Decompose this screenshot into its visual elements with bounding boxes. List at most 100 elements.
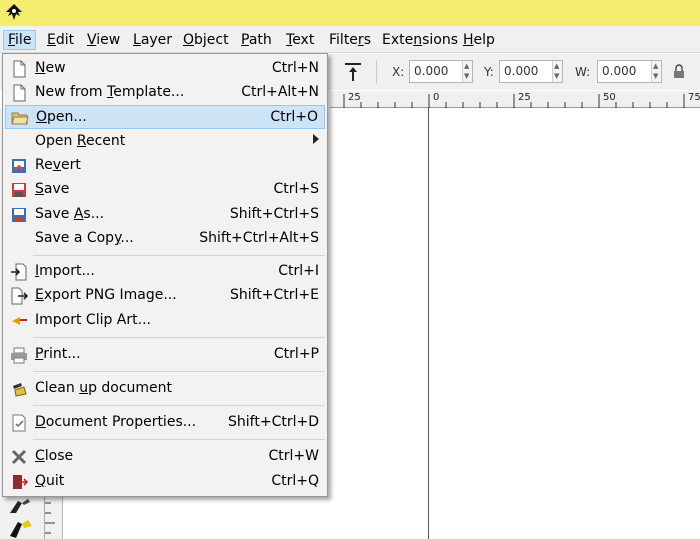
cleanup-broom-icon [13, 383, 27, 397]
horizontal-ruler[interactable]: 25 0 25 50 75 [330, 91, 700, 108]
shortcut-label: Shift+Ctrl+S [229, 206, 319, 222]
menu-item-open[interactable]: Open... Ctrl+O [5, 105, 325, 129]
menu-item-document-properties[interactable]: Document Properties... Shift+Ctrl+D [5, 411, 325, 435]
menu-item-label: Save a Copy... [35, 230, 134, 246]
menu-layer[interactable]: Layer [129, 30, 176, 50]
file-menu-dropdown: New Ctrl+N New from Template... Ctrl+Alt… [2, 53, 328, 497]
menu-bar: File Edit View Layer Object Path Text Fi… [0, 26, 700, 53]
width-spinbox[interactable]: 0.000 ▲ ▼ [597, 60, 662, 83]
menu-separator [33, 255, 325, 256]
new-document-icon [13, 60, 26, 78]
menu-filters[interactable]: Filters [325, 30, 375, 50]
y-coordinate-spinbox[interactable]: 0.000 ▲ ▼ [499, 60, 563, 83]
menu-item-export-png[interactable]: Export PNG Image... Shift+Ctrl+E [5, 284, 325, 308]
menu-item-label: Save As... [35, 206, 105, 222]
menu-view[interactable]: View [83, 30, 124, 50]
shortcut-label: Ctrl+I [278, 263, 319, 279]
menu-text[interactable]: Text [282, 30, 318, 50]
menu-separator [33, 337, 325, 338]
ruler-label: 50 [603, 92, 616, 103]
menu-item-label: Open Recent [35, 133, 126, 149]
menu-item-label: Print... [35, 346, 81, 362]
x-spin-arrows[interactable]: ▲ ▼ [462, 61, 472, 82]
shortcut-label: Ctrl+Q [271, 473, 319, 489]
menu-path[interactable]: Path [237, 30, 276, 50]
inkscape-logo-icon[interactable] [4, 3, 24, 23]
vertical-ruler-ticks [45, 502, 55, 534]
menu-separator [33, 405, 325, 406]
menu-item-revert[interactable]: Revert [5, 154, 325, 178]
menu-file[interactable]: File [3, 30, 37, 50]
x-value: 0.000 [414, 64, 449, 78]
ruler-label: 0 [433, 92, 440, 103]
x-label: X: [392, 65, 405, 79]
menu-item-label: Close [35, 448, 74, 464]
menu-item-label: Import... [35, 263, 95, 279]
menu-item-clean-up-document[interactable]: Clean up document [5, 377, 325, 401]
menu-extensions[interactable]: Extensions [378, 30, 462, 50]
menu-item-label: New [35, 60, 66, 76]
y-label: Y: [484, 65, 494, 79]
open-folder-icon [11, 112, 29, 125]
properties-icon [12, 414, 26, 432]
revert-icon [12, 159, 26, 173]
x-coordinate-spinbox[interactable]: 0.000 ▲ ▼ [409, 60, 473, 83]
save-as-icon [12, 208, 26, 222]
menu-item-print[interactable]: Print... Ctrl+P [5, 343, 325, 367]
menu-separator [33, 439, 325, 440]
menu-item-quit[interactable]: Quit Ctrl+Q [5, 470, 325, 494]
menu-separator [33, 371, 325, 372]
menu-item-label: Open... [36, 109, 87, 125]
printer-icon [11, 347, 27, 364]
ruler-label: 25 [348, 92, 361, 103]
close-x-icon [11, 449, 27, 465]
shortcut-label: Ctrl+O [270, 109, 318, 125]
menu-item-new-from-template[interactable]: New from Template... Ctrl+Alt+N [5, 81, 325, 105]
shortcut-label: Ctrl+S [273, 181, 319, 197]
w-spin-arrows[interactable]: ▲ ▼ [651, 61, 661, 82]
shortcut-label: Shift+Ctrl+Alt+S [199, 230, 319, 246]
menu-item-label: Save [35, 181, 70, 197]
menu-object[interactable]: Object [179, 30, 233, 50]
shortcut-label: Ctrl+Alt+N [241, 84, 319, 100]
menu-item-save-a-copy[interactable]: Save a Copy... Shift+Ctrl+Alt+S [5, 227, 325, 251]
menu-item-label: Quit [35, 473, 65, 489]
ruler-ticks [343, 94, 685, 108]
import-icon [11, 263, 27, 281]
menu-item-import[interactable]: Import... Ctrl+I [5, 260, 325, 284]
menu-item-save[interactable]: Save Ctrl+S [5, 178, 325, 202]
export-icon [11, 287, 28, 305]
page-border-line [428, 108, 429, 539]
menu-item-new[interactable]: New Ctrl+N [5, 57, 325, 81]
align-top-icon[interactable] [343, 61, 363, 83]
menu-item-label: Document Properties... [35, 414, 197, 430]
y-spin-arrows[interactable]: ▲ ▼ [552, 61, 562, 82]
menu-item-close[interactable]: Close Ctrl+W [5, 445, 325, 469]
y-value: 0.000 [504, 64, 539, 78]
calligraphy-tool-icon[interactable] [8, 497, 34, 515]
menu-item-import-clip-art[interactable]: Import Clip Art... [5, 309, 325, 333]
menu-item-label: Clean up document [35, 380, 173, 396]
paint-bucket-tool-icon[interactable] [6, 518, 36, 539]
clip-art-icon [12, 317, 27, 325]
save-icon [12, 183, 26, 197]
ruler-label: 25 [518, 92, 531, 103]
shortcut-label: Shift+Ctrl+D [228, 414, 319, 430]
vertical-ruler[interactable] [44, 495, 62, 539]
menu-item-label: Revert [35, 157, 81, 173]
shortcut-label: Shift+Ctrl+E [229, 287, 319, 303]
menu-item-open-recent[interactable]: Open Recent [5, 130, 325, 154]
menu-help[interactable]: Help [459, 30, 499, 50]
menu-edit[interactable]: Edit [43, 30, 78, 50]
menu-item-label: New from Template... [35, 84, 185, 100]
lock-icon[interactable] [672, 64, 686, 80]
menu-item-save-as[interactable]: Save As... Shift+Ctrl+S [5, 203, 325, 227]
toolbar-separator [376, 60, 377, 84]
ruler-label: 75 [688, 92, 700, 103]
menu-item-label: Export PNG Image... [35, 287, 177, 303]
shortcut-label: Ctrl+P [273, 346, 319, 362]
menu-item-label: Import Clip Art... [35, 312, 151, 328]
shortcut-label: Ctrl+W [268, 448, 319, 464]
title-bar [0, 0, 700, 26]
template-document-icon [13, 84, 26, 102]
